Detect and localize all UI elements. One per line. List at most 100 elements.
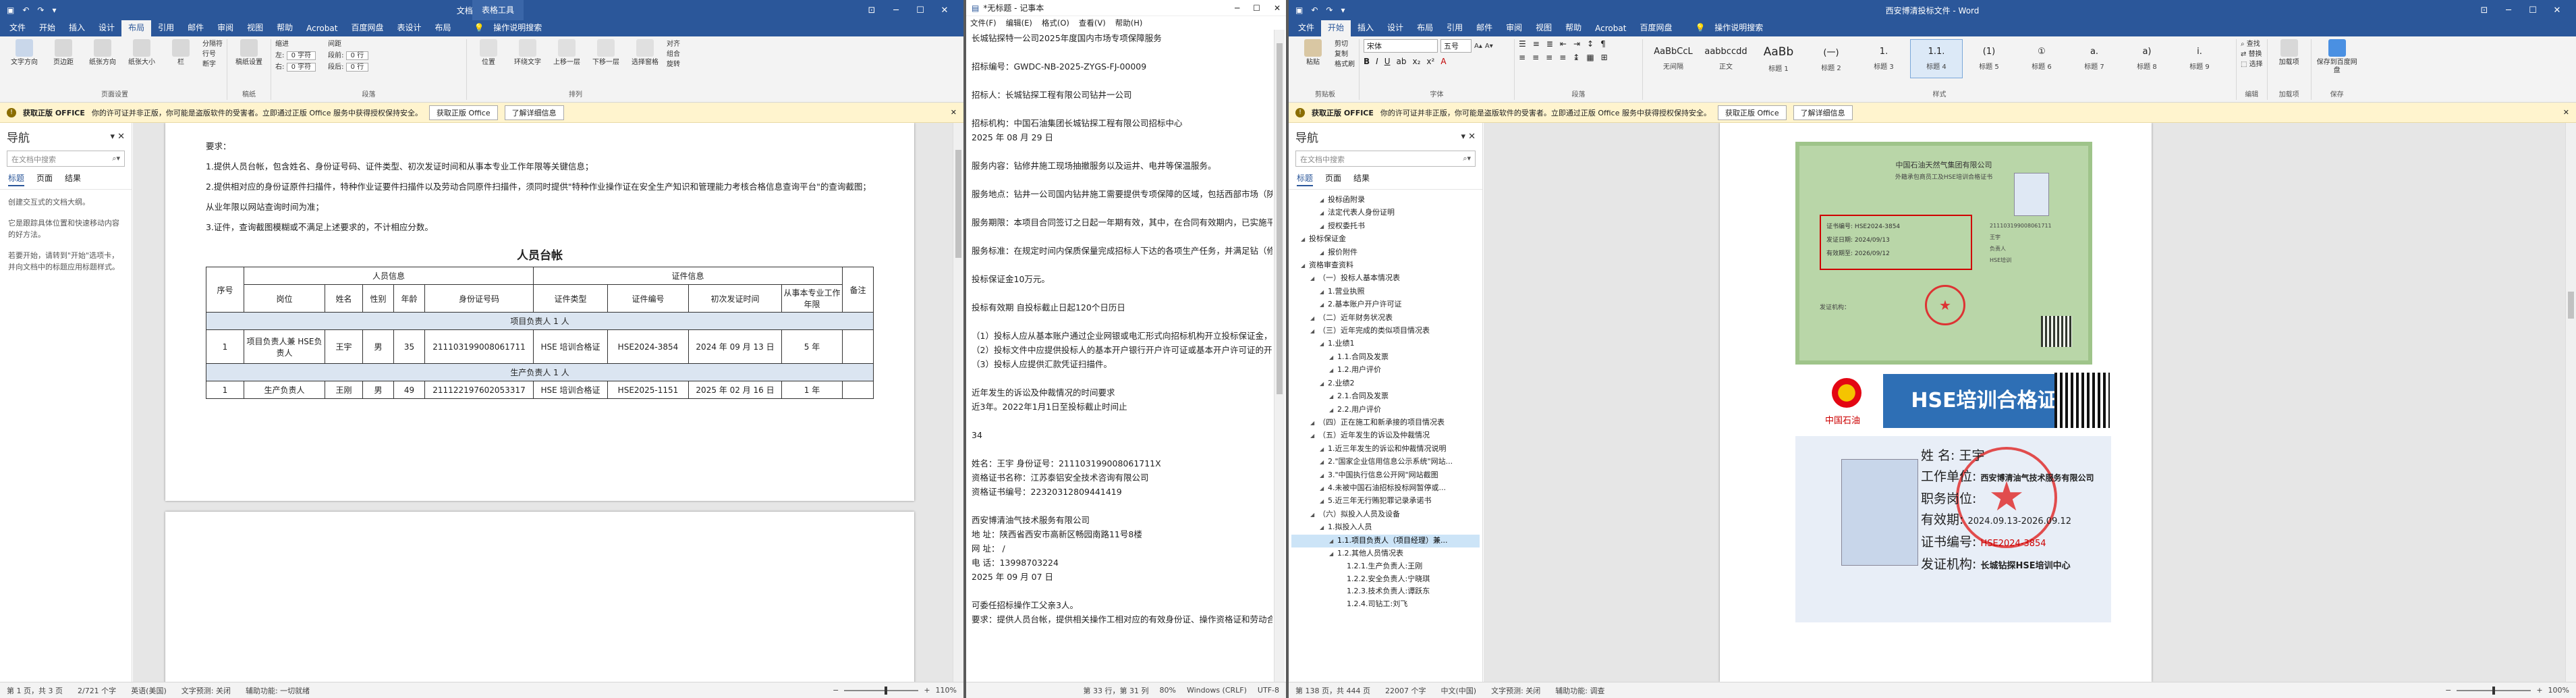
nav-heading-item[interactable]: ◢ 1.拟投入人员 <box>1291 521 1480 534</box>
align-right-icon[interactable]: ≡ <box>1546 53 1552 62</box>
text-prediction[interactable]: 文字预测: 关闭 <box>181 685 231 696</box>
expand-icon[interactable]: ◢ <box>1320 247 1328 259</box>
tab-help[interactable]: 帮助 <box>1559 20 1588 36</box>
nav-heading-item[interactable]: ◢ 授权委托书 <box>1291 220 1480 233</box>
nav-heading-item[interactable]: ◢ （三）近年完成的类似项目情况表 <box>1291 325 1480 338</box>
expand-icon[interactable]: ◢ <box>1310 430 1318 442</box>
style-item[interactable]: 1.1. 标题 4 <box>1910 39 1963 78</box>
word-count[interactable]: 22007 个字 <box>1385 685 1426 696</box>
zoom-out-button[interactable]: − <box>2445 686 2451 695</box>
style-item[interactable]: i. 标题 9 <box>2173 39 2226 78</box>
strikethrough-icon[interactable]: ab <box>1397 57 1407 66</box>
addins-button[interactable]: 加载项 <box>2272 39 2307 67</box>
paste-button[interactable]: 粘贴 <box>1295 39 1331 67</box>
save-to-baidu-button[interactable]: 保存到百度网盘 <box>2316 39 2359 75</box>
nav-heading-item[interactable]: ◢ 2.基本账户开户许可证 <box>1291 298 1480 311</box>
nav-search-input[interactable]: 在文档中搜索 ⌕▾ <box>7 151 125 167</box>
close-icon[interactable]: ✕ <box>2563 108 2569 117</box>
indent-right[interactable]: 右: 0 字符 <box>275 62 316 72</box>
nav-heading-item[interactable]: ◢ 1.1.合同及发票 <box>1291 351 1480 364</box>
bullet-icon[interactable]: ◢ <box>1329 352 1337 364</box>
grow-font-icon[interactable]: A▴ <box>1474 41 1482 51</box>
tab-headings[interactable]: 标题 <box>8 172 25 186</box>
maximize-button[interactable]: ☐ <box>1253 3 1260 13</box>
style-item[interactable]: AaBbCcL 无间隔 <box>1647 39 1700 78</box>
expand-icon[interactable]: ◢ <box>1320 495 1328 508</box>
expand-icon[interactable]: ◢ <box>1320 338 1328 350</box>
style-item[interactable]: (1) 标题 5 <box>1963 39 2015 78</box>
sort-icon[interactable]: ↕ <box>1587 39 1594 49</box>
redo-icon[interactable]: ↷ <box>1326 5 1333 15</box>
nav-heading-item[interactable]: ◢ （五）近年发生的诉讼及仲裁情况 <box>1291 429 1480 442</box>
nav-heading-item[interactable]: ◢ 投标函附录 <box>1291 194 1480 207</box>
accessibility[interactable]: 辅助功能: 调查 <box>1555 685 1604 696</box>
scroll-thumb[interactable] <box>955 150 961 258</box>
bullet-icon[interactable]: ◢ <box>1329 404 1337 417</box>
accessibility[interactable]: 辅助功能: 一切就绪 <box>246 685 310 696</box>
expand-icon[interactable]: ◢ <box>1310 313 1318 325</box>
tab-results[interactable]: 结果 <box>1353 172 1370 186</box>
text-color-icon[interactable]: A <box>1440 57 1446 66</box>
word-count[interactable]: 2/721 个字 <box>78 685 116 696</box>
bold-icon[interactable]: B <box>1364 57 1370 66</box>
minimize-button[interactable]: ─ <box>884 5 908 16</box>
borders-icon[interactable]: ⊞ <box>1601 53 1608 62</box>
save-icon[interactable]: ▣ <box>7 5 14 15</box>
close-icon[interactable]: ✕ <box>951 108 957 117</box>
text-direction-button[interactable]: 文字方向 <box>7 39 42 67</box>
tab-pages[interactable]: 页面 <box>36 172 53 186</box>
decrease-indent-icon[interactable]: ⇤ <box>1560 39 1567 49</box>
bring-forward-button[interactable]: 上移一层 <box>549 39 584 67</box>
nav-heading-item[interactable]: 1.2.1.生产负责人:王刚 <box>1291 560 1480 572</box>
tab-table-design[interactable]: 表设计 <box>390 20 428 36</box>
close-icon[interactable]: ▾ ✕ <box>110 132 125 142</box>
page-count[interactable]: 第 1 页，共 3 页 <box>7 685 63 696</box>
nav-heading-item[interactable]: ◢ 投标保证金 <box>1291 233 1480 246</box>
text-prediction[interactable]: 文字预测: 关闭 <box>1491 685 1540 696</box>
shrink-font-icon[interactable]: A▾ <box>1485 41 1493 51</box>
language[interactable]: 英语(美国) <box>131 685 167 696</box>
expand-icon[interactable]: ◢ <box>1320 286 1328 298</box>
zoom-level[interactable]: 110% <box>936 686 957 695</box>
nav-heading-item[interactable]: ◢ 2."国家企业信用信息公示系统"网站... <box>1291 456 1480 468</box>
indent-left[interactable]: 左: 0 字符 <box>275 51 316 61</box>
maximize-button[interactable]: ☐ <box>2521 5 2545 16</box>
get-office-button[interactable]: 获取正版 Office <box>1718 105 1787 120</box>
tab-insert[interactable]: 插入 <box>1351 20 1380 36</box>
customize-icon[interactable]: ▾ <box>1341 5 1345 15</box>
minimize-button[interactable]: ─ <box>1235 3 1239 13</box>
bullet-icon[interactable]: ◢ <box>1329 365 1337 377</box>
spacing-after-input[interactable]: 0 行 <box>345 63 369 72</box>
nav-heading-item[interactable]: ◢ （四）正在施工和新承接的项目情况表 <box>1291 417 1480 429</box>
font-size-select[interactable]: 五号 <box>1440 39 1472 53</box>
expand-icon[interactable]: ◢ <box>1320 207 1328 219</box>
tab-layout[interactable]: 布局 <box>1410 20 1440 36</box>
tab-pages[interactable]: 页面 <box>1325 172 1341 186</box>
nav-heading-item[interactable]: ◢ 1.业绩1 <box>1291 338 1480 350</box>
position-button[interactable]: 位置 <box>471 39 506 67</box>
nav-heading-item[interactable]: ◢ 资格审查资料 <box>1291 259 1480 272</box>
menu-edit[interactable]: 编辑(E) <box>1006 18 1032 28</box>
style-item[interactable]: aabbccdd 正文 <box>1700 39 1752 78</box>
undo-icon[interactable]: ↶ <box>1311 5 1318 15</box>
vertical-scrollbar[interactable] <box>1274 30 1285 682</box>
zoom-slider[interactable] <box>844 686 919 695</box>
tab-file[interactable]: 文件 <box>3 20 32 36</box>
customize-icon[interactable]: ▾ <box>52 5 56 15</box>
nav-search-input[interactable]: 在文档中搜索 ⌕▾ <box>1295 151 1476 167</box>
nav-heading-item[interactable]: ◢ （一）投标人基本情况表 <box>1291 272 1480 285</box>
style-item[interactable]: (一) 标题 2 <box>1805 39 1857 78</box>
select-button[interactable]: ⬚ 选择 <box>2241 59 2263 70</box>
menu-help[interactable]: 帮助(H) <box>1115 18 1143 28</box>
cut-button[interactable]: 剪切 <box>1335 39 1355 49</box>
language[interactable]: 中文(中国) <box>1440 685 1476 696</box>
tab-acrobat[interactable]: Acrobat <box>300 22 344 36</box>
hyphenation-button[interactable]: 断字 <box>202 59 223 70</box>
increase-indent-icon[interactable]: ⇥ <box>1573 39 1580 49</box>
zoom-in-button[interactable]: + <box>2536 686 2542 695</box>
nav-heading-item[interactable]: ◢ 法定代表人身份证明 <box>1291 207 1480 219</box>
close-button[interactable]: ✕ <box>932 5 957 16</box>
ribbon-display-icon[interactable]: ⊡ <box>2472 5 2496 16</box>
underline-icon[interactable]: U <box>1384 57 1391 66</box>
tab-acrobat[interactable]: Acrobat <box>1588 22 1633 36</box>
